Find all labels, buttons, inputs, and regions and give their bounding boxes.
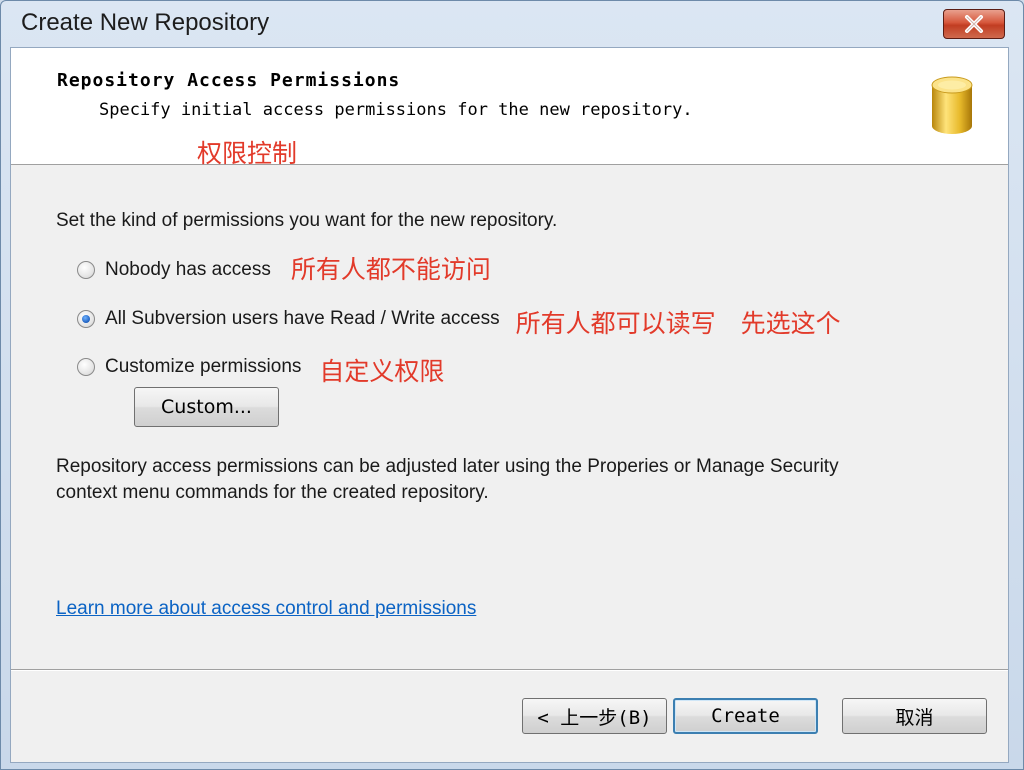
radio-button[interactable] bbox=[77, 261, 95, 279]
annotation-customize: 自定义权限 bbox=[319, 357, 445, 386]
header-annotation: 权限控制 bbox=[197, 139, 298, 168]
radio-label: All Subversion users have Read / Write a… bbox=[105, 308, 500, 329]
cancel-button[interactable]: 取消 bbox=[842, 698, 987, 734]
wizard-header: Repository Access Permissions Specify in… bbox=[11, 48, 1008, 168]
close-button[interactable] bbox=[943, 9, 1005, 39]
learn-more-link[interactable]: Learn more about access control and perm… bbox=[56, 598, 476, 620]
info-line-1: Repository access permissions can be adj… bbox=[56, 456, 839, 477]
info-text: Repository access permissions can be adj… bbox=[56, 454, 956, 506]
radio-label: Nobody has access bbox=[105, 259, 271, 280]
dialog-window: Create New Repository Repository Access … bbox=[0, 0, 1024, 770]
radio-label: Customize permissions bbox=[105, 356, 302, 377]
custom-button[interactable]: Custom... bbox=[134, 387, 279, 427]
page-subtitle: Specify initial access permissions for t… bbox=[99, 100, 693, 120]
annotation-all-read-write: 所有人都可以读写 先选这个 bbox=[515, 309, 841, 338]
dialog-client-area: Repository Access Permissions Specify in… bbox=[10, 47, 1009, 763]
close-icon bbox=[965, 15, 983, 33]
radio-button[interactable] bbox=[77, 358, 95, 376]
radio-customize[interactable]: Customize permissions 自定义权限 bbox=[77, 346, 444, 388]
create-button[interactable]: Create bbox=[673, 698, 818, 734]
title-bar[interactable]: Create New Repository bbox=[1, 1, 1023, 47]
database-icon bbox=[931, 76, 973, 134]
permission-prompt: Set the kind of permissions you want for… bbox=[56, 210, 558, 231]
radio-button-selected[interactable] bbox=[77, 310, 95, 328]
radio-all-read-write[interactable]: All Subversion users have Read / Write a… bbox=[77, 298, 841, 340]
page-title: Repository Access Permissions bbox=[57, 70, 401, 91]
radio-nobody-access[interactable]: Nobody has access 所有人都不能访问 bbox=[77, 254, 491, 286]
footer-separator bbox=[11, 669, 1008, 671]
back-button[interactable]: < 上一步(B) bbox=[522, 698, 667, 734]
annotation-nobody: 所有人都不能访问 bbox=[290, 255, 491, 284]
info-line-2: context menu commands for the created re… bbox=[56, 482, 489, 503]
window-title: Create New Repository bbox=[21, 9, 270, 36]
